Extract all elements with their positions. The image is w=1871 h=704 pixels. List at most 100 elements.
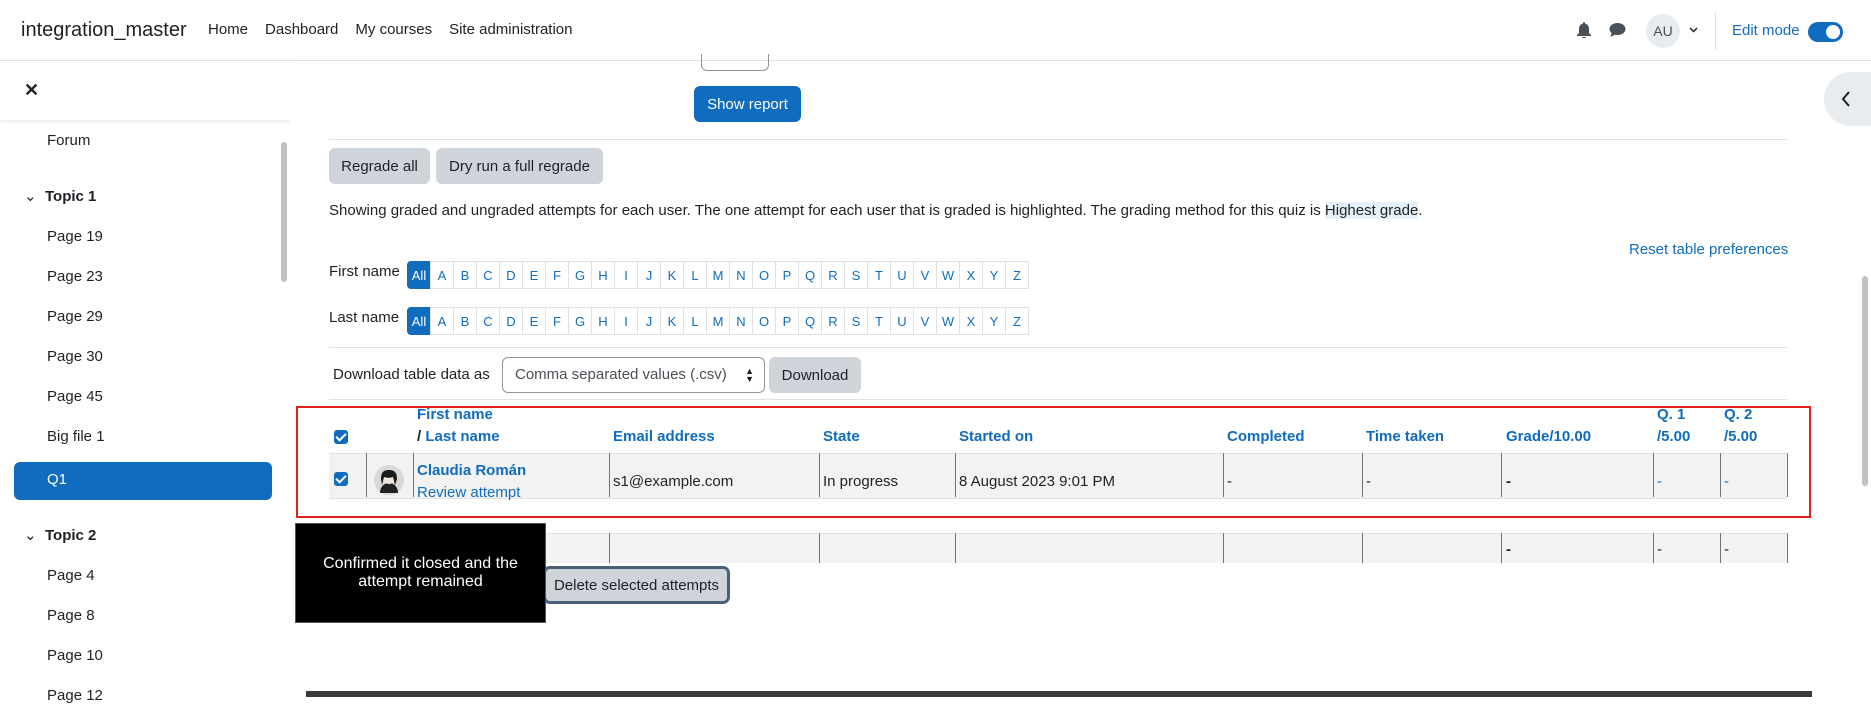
first-name-initial-n[interactable]: N bbox=[729, 261, 753, 289]
last-name-initial-h[interactable]: H bbox=[591, 307, 615, 335]
last-name-initial-l[interactable]: L bbox=[683, 307, 707, 335]
first-name-initial-f[interactable]: F bbox=[545, 261, 569, 289]
drawer-item-forum[interactable]: Forum bbox=[47, 132, 90, 149]
first-name-initial-k[interactable]: K bbox=[660, 261, 684, 289]
user-menu-chevron-down-icon[interactable] bbox=[1689, 27, 1698, 33]
last-name-initial-b[interactable]: B bbox=[453, 307, 477, 335]
dry-run-regrade-button[interactable]: Dry run a full regrade bbox=[436, 148, 603, 184]
last-name-initial-n[interactable]: N bbox=[729, 307, 753, 335]
download-button[interactable]: Download bbox=[769, 357, 861, 393]
drawer-item-page-45[interactable]: Page 45 bbox=[47, 388, 103, 405]
drawer-item-big-file-1[interactable]: Big file 1 bbox=[47, 428, 105, 445]
last-name-initial-i[interactable]: I bbox=[614, 307, 638, 335]
reset-table-preferences-link[interactable]: Reset table preferences bbox=[1629, 241, 1788, 258]
grading-method-highlight: Highest grade bbox=[1324, 202, 1419, 219]
last-name-initial-k[interactable]: K bbox=[660, 307, 684, 335]
first-name-initial-a[interactable]: A bbox=[430, 261, 454, 289]
drawer-item-page-4[interactable]: Page 4 bbox=[47, 567, 95, 584]
last-name-initial-u[interactable]: U bbox=[890, 307, 914, 335]
first-name-initial-v[interactable]: V bbox=[913, 261, 937, 289]
regrade-all-button[interactable]: Regrade all bbox=[329, 148, 430, 184]
first-name-initial-l[interactable]: L bbox=[683, 261, 707, 289]
site-brand[interactable]: integration_master bbox=[21, 19, 187, 42]
last-name-initial-j[interactable]: J bbox=[637, 307, 661, 335]
cell-divider bbox=[955, 533, 956, 563]
drawer-item-page-8[interactable]: Page 8 bbox=[47, 607, 95, 624]
messages-chat-icon[interactable] bbox=[1609, 22, 1626, 38]
first-name-initial-r[interactable]: R bbox=[821, 261, 845, 289]
last-name-initial-g[interactable]: G bbox=[568, 307, 592, 335]
last-name-initial-x[interactable]: X bbox=[959, 307, 983, 335]
first-name-initial-t[interactable]: T bbox=[867, 261, 891, 289]
first-name-initial-b[interactable]: B bbox=[453, 261, 477, 289]
first-name-initial-o[interactable]: O bbox=[752, 261, 776, 289]
edit-mode-toggle[interactable] bbox=[1808, 22, 1843, 42]
nav-dashboard[interactable]: Dashboard bbox=[265, 21, 338, 38]
last-name-initial-t[interactable]: T bbox=[867, 307, 891, 335]
partial-input-field[interactable] bbox=[701, 54, 769, 71]
last-name-initial-q[interactable]: Q bbox=[798, 307, 822, 335]
first-name-initial-y[interactable]: Y bbox=[982, 261, 1006, 289]
drawer-section-topic-2[interactable]: ⌄ Topic 2 bbox=[24, 526, 96, 544]
delete-selected-attempts-button[interactable]: Delete selected attempts bbox=[543, 566, 730, 604]
last-name-initial-all[interactable]: All bbox=[407, 307, 431, 335]
drawer-section-topic-1[interactable]: ⌄ Topic 1 bbox=[24, 187, 96, 205]
close-drawer-icon[interactable]: ✕ bbox=[24, 80, 39, 101]
last-name-initial-s[interactable]: S bbox=[844, 307, 868, 335]
download-format-select[interactable]: Comma separated values (.csv) ▲ ▼ bbox=[502, 357, 765, 393]
drawer-scrollbar[interactable] bbox=[281, 142, 287, 282]
first-name-initial-p[interactable]: P bbox=[775, 261, 799, 289]
first-name-initial-g[interactable]: G bbox=[568, 261, 592, 289]
first-name-initial-e[interactable]: E bbox=[522, 261, 546, 289]
drawer-section-label: Topic 1 bbox=[45, 188, 97, 205]
first-name-initial-w[interactable]: W bbox=[936, 261, 960, 289]
notifications-bell-icon[interactable] bbox=[1577, 22, 1591, 38]
first-name-initial-s[interactable]: S bbox=[844, 261, 868, 289]
page-scrollbar[interactable] bbox=[1862, 276, 1868, 486]
nav-my-courses[interactable]: My courses bbox=[355, 21, 432, 38]
cell-divider bbox=[1501, 533, 1502, 563]
drawer-item-page-23[interactable]: Page 23 bbox=[47, 268, 103, 285]
last-name-initial-y[interactable]: Y bbox=[982, 307, 1006, 335]
first-name-initials-bar: All A B C D E F G H I J K L M N O P Q R S T U V W X Y Z bbox=[407, 261, 1029, 289]
last-name-initial-c[interactable]: C bbox=[476, 307, 500, 335]
last-name-initial-f[interactable]: F bbox=[545, 307, 569, 335]
first-name-initial-d[interactable]: D bbox=[499, 261, 523, 289]
last-name-initial-w[interactable]: W bbox=[936, 307, 960, 335]
first-name-initial-h[interactable]: H bbox=[591, 261, 615, 289]
drawer-item-page-29[interactable]: Page 29 bbox=[47, 308, 103, 325]
first-name-initial-x[interactable]: X bbox=[959, 261, 983, 289]
last-name-initial-e[interactable]: E bbox=[522, 307, 546, 335]
first-name-initial-j[interactable]: J bbox=[637, 261, 661, 289]
chevron-left-icon bbox=[1841, 91, 1850, 107]
first-name-filter-label: First name bbox=[329, 263, 400, 280]
user-avatar[interactable]: AU bbox=[1646, 14, 1680, 48]
last-name-initial-a[interactable]: A bbox=[430, 307, 454, 335]
last-name-initial-d[interactable]: D bbox=[499, 307, 523, 335]
last-name-initial-z[interactable]: Z bbox=[1005, 307, 1029, 335]
show-report-button[interactable]: Show report bbox=[694, 86, 801, 122]
first-name-initial-z[interactable]: Z bbox=[1005, 261, 1029, 289]
first-name-initial-all[interactable]: All bbox=[407, 261, 431, 289]
last-name-initial-p[interactable]: P bbox=[775, 307, 799, 335]
cell-divider bbox=[819, 533, 820, 563]
nav-home[interactable]: Home bbox=[208, 21, 248, 38]
drawer-item-page-30[interactable]: Page 30 bbox=[47, 348, 103, 365]
drawer-item-page-19[interactable]: Page 19 bbox=[47, 228, 103, 245]
last-name-initial-v[interactable]: V bbox=[913, 307, 937, 335]
drawer-item-page-10[interactable]: Page 10 bbox=[47, 647, 103, 664]
nav-site-administration[interactable]: Site administration bbox=[449, 21, 572, 38]
last-name-initial-m[interactable]: M bbox=[706, 307, 730, 335]
last-name-initial-o[interactable]: O bbox=[752, 307, 776, 335]
top-navbar: integration_master Home Dashboard My cou… bbox=[0, 0, 1871, 61]
first-name-initial-q[interactable]: Q bbox=[798, 261, 822, 289]
first-name-initial-i[interactable]: I bbox=[614, 261, 638, 289]
drawer-item-page-12[interactable]: Page 12 bbox=[47, 687, 103, 704]
first-name-initial-u[interactable]: U bbox=[890, 261, 914, 289]
last-name-initial-r[interactable]: R bbox=[821, 307, 845, 335]
first-name-initial-c[interactable]: C bbox=[476, 261, 500, 289]
divider bbox=[329, 139, 1787, 140]
first-name-initial-m[interactable]: M bbox=[706, 261, 730, 289]
drawer-item-q1-active[interactable]: Q1 bbox=[14, 462, 272, 500]
open-block-drawer-button[interactable] bbox=[1824, 72, 1871, 126]
